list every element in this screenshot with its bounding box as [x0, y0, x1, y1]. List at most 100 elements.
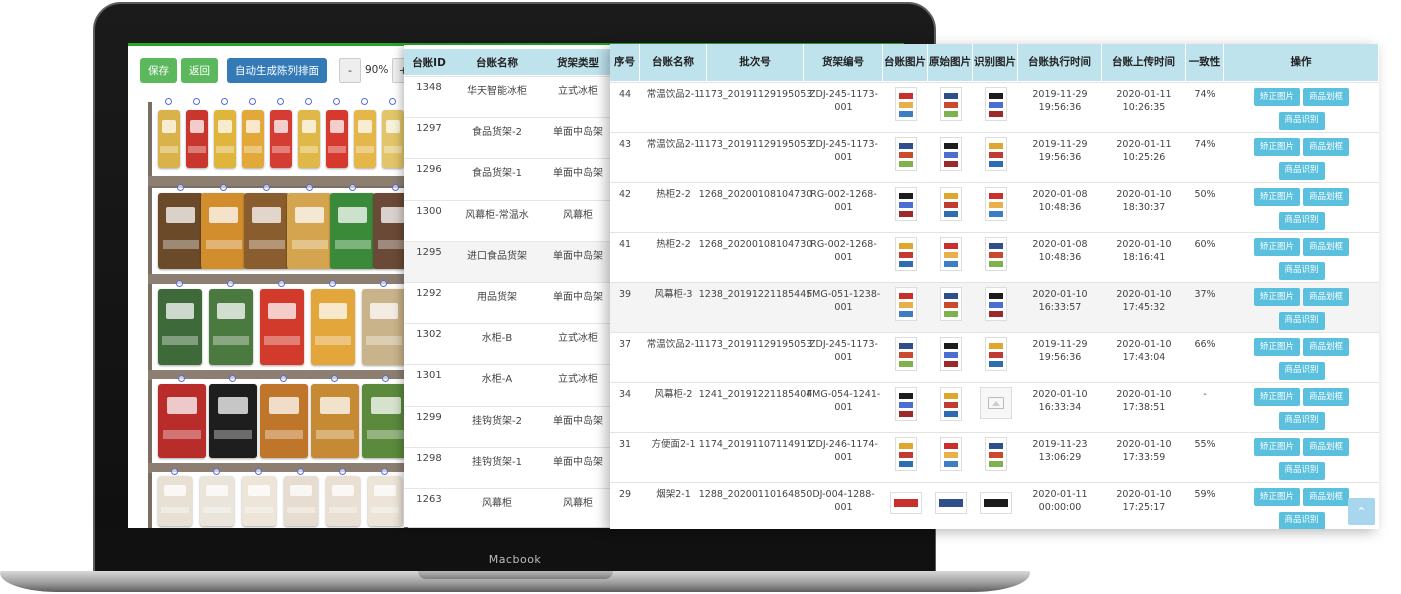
table-row[interactable]: 1299 挂钩货架-2 单面中岛架	[404, 405, 616, 447]
back-to-top-button[interactable]: ⌃	[1348, 498, 1375, 525]
save-button[interactable]: 保存	[140, 57, 177, 83]
col-header-ledger-name[interactable]: 台账名称	[640, 44, 707, 81]
table-row[interactable]: 1301 水柜-A 立式冰柜	[404, 364, 616, 405]
original-image-thumbnail[interactable]	[939, 187, 962, 221]
product-facing[interactable]	[362, 289, 406, 365]
draw-box-button[interactable]: 商品划框	[1303, 88, 1349, 106]
table-row[interactable]: 1298 挂钩货架-1 单面中岛架	[404, 446, 616, 488]
product-facing[interactable]	[214, 110, 236, 168]
table-row[interactable]: 1297 食品货架-2 单面中岛架	[404, 117, 616, 158]
ledger-image-thumbnail[interactable]	[894, 187, 917, 221]
ledger-image-thumbnail[interactable]	[894, 137, 917, 171]
recognized-image-thumbnail[interactable]	[984, 287, 1007, 321]
col-header-shelf-type[interactable]: 货架类型	[540, 49, 616, 75]
correct-image-button[interactable]: 矫正图片	[1254, 438, 1300, 456]
recognized-image-thumbnail[interactable]	[984, 437, 1007, 471]
ledger-image-thumbnail[interactable]	[889, 492, 922, 514]
product-facing[interactable]	[158, 476, 192, 526]
original-image-thumbnail[interactable]	[939, 137, 962, 171]
correct-image-button[interactable]: 矫正图片	[1254, 488, 1300, 506]
product-facing[interactable]	[270, 110, 292, 168]
original-image-thumbnail[interactable]	[939, 337, 962, 371]
original-image-thumbnail[interactable]	[939, 437, 962, 471]
shelf-row[interactable]	[152, 280, 406, 370]
back-button[interactable]: 返回	[181, 57, 218, 83]
draw-box-button[interactable]: 商品划框	[1303, 388, 1349, 406]
product-facing[interactable]	[311, 384, 359, 458]
table-row[interactable]: 29 烟架2-1 1288_20200110164850 DJ-004-1288-00…	[610, 482, 1379, 529]
col-header-ledger-id[interactable]: 台账ID	[404, 49, 454, 75]
table-row[interactable]: 1302 水柜-B 立式冰柜	[404, 323, 616, 364]
recognize-products-button[interactable]: 商品识别	[1278, 511, 1325, 529]
draw-box-button[interactable]: 商品划框	[1303, 188, 1349, 206]
shelf-row[interactable]	[152, 375, 410, 463]
product-facing[interactable]	[158, 110, 180, 168]
draw-box-button[interactable]: 商品划框	[1303, 238, 1349, 256]
original-image-thumbnail[interactable]	[939, 287, 962, 321]
draw-box-button[interactable]: 商品划框	[1303, 288, 1349, 306]
recognized-image-thumbnail[interactable]	[984, 337, 1007, 371]
recognized-image-thumbnail[interactable]	[979, 492, 1012, 514]
correct-image-button[interactable]: 矫正图片	[1254, 188, 1300, 206]
ledger-image-thumbnail[interactable]	[894, 437, 917, 471]
product-facing[interactable]	[158, 384, 206, 458]
product-facing[interactable]	[326, 476, 360, 526]
table-row[interactable]: 1348 华天智能冰柜 立式冰柜	[404, 76, 616, 117]
product-facing[interactable]	[200, 476, 234, 526]
col-header-batch[interactable]: 批次号	[707, 44, 804, 81]
product-facing[interactable]	[368, 476, 402, 526]
table-row[interactable]: 1300 风幕柜-常温水 风幕柜	[404, 199, 616, 241]
draw-box-button[interactable]: 商品划框	[1303, 438, 1349, 456]
col-header-consistency[interactable]: 一致性	[1186, 44, 1224, 81]
ledger-image-thumbnail[interactable]	[894, 237, 917, 271]
col-header-shelf-code[interactable]: 货架编号	[804, 44, 883, 81]
recognized-image-thumbnail[interactable]	[984, 187, 1007, 221]
correct-image-button[interactable]: 矫正图片	[1254, 138, 1300, 156]
image-placeholder-icon[interactable]	[979, 387, 1012, 419]
table-row[interactable]: 34 风幕柜-2 1241_20191221185404 FMG-054-1241- 0…	[610, 382, 1379, 432]
correct-image-button[interactable]: 矫正图片	[1254, 88, 1300, 106]
auto-generate-display-button[interactable]: 自动生成陈列排面	[227, 57, 327, 83]
original-image-thumbnail[interactable]	[939, 237, 962, 271]
product-facing[interactable]	[354, 110, 376, 168]
draw-box-button[interactable]: 商品划框	[1303, 488, 1349, 506]
original-image-thumbnail[interactable]	[939, 387, 962, 421]
original-image-thumbnail[interactable]	[934, 492, 967, 514]
shelf-row[interactable]	[152, 98, 404, 176]
product-facing[interactable]	[326, 110, 348, 168]
product-facing[interactable]	[201, 193, 246, 269]
table-row[interactable]: 42 热柜2-2 1268_20200108104730 RG-002-1268-00…	[610, 182, 1379, 232]
col-header-ledger-image[interactable]: 台账图片	[883, 44, 928, 81]
product-facing[interactable]	[242, 476, 276, 526]
product-facing[interactable]	[311, 289, 355, 365]
product-facing[interactable]	[244, 193, 289, 269]
table-row[interactable]: 1296 食品货架-1 单面中岛架	[404, 158, 616, 199]
correct-image-button[interactable]: 矫正图片	[1254, 388, 1300, 406]
product-facing[interactable]	[284, 476, 318, 526]
ledger-image-thumbnail[interactable]	[894, 287, 917, 321]
correct-image-button[interactable]: 矫正图片	[1254, 288, 1300, 306]
recognize-products-button[interactable]: 商品识别	[1278, 261, 1325, 280]
ledger-image-thumbnail[interactable]	[894, 337, 917, 371]
product-facing[interactable]	[158, 289, 202, 365]
table-row[interactable]: 39 风幕柜-3 1238_20191221185445 FMG-051-1238- 0…	[610, 282, 1379, 332]
table-row[interactable]: 1295 进口食品货架 单面中岛架	[404, 240, 616, 282]
correct-image-button[interactable]: 矫正图片	[1254, 338, 1300, 356]
product-facing[interactable]	[209, 289, 253, 365]
ledger-image-thumbnail[interactable]	[894, 87, 917, 121]
table-row[interactable]: 43 常温饮品2-1 1173_20191129195053 ZDJ-245-1173…	[610, 132, 1379, 182]
product-facing[interactable]	[158, 193, 203, 269]
ledger-image-thumbnail[interactable]	[894, 387, 917, 421]
table-row[interactable]: 1263 风幕柜 风幕柜	[404, 488, 616, 527]
shelf-row[interactable]	[152, 468, 404, 528]
product-facing[interactable]	[260, 289, 304, 365]
original-image-thumbnail[interactable]	[939, 87, 962, 121]
product-facing[interactable]	[186, 110, 208, 168]
col-header-original-image[interactable]: 原始图片	[928, 44, 973, 81]
shelf-row[interactable]	[152, 184, 418, 274]
recognize-products-button[interactable]: 商品识别	[1278, 461, 1325, 480]
product-facing[interactable]	[209, 384, 257, 458]
table-row[interactable]: 44 常温饮品2-1 1173_20191129195053 ZDJ-245-1173…	[610, 82, 1379, 132]
zoom-out-button[interactable]: -	[339, 57, 361, 83]
product-facing[interactable]	[330, 193, 375, 269]
